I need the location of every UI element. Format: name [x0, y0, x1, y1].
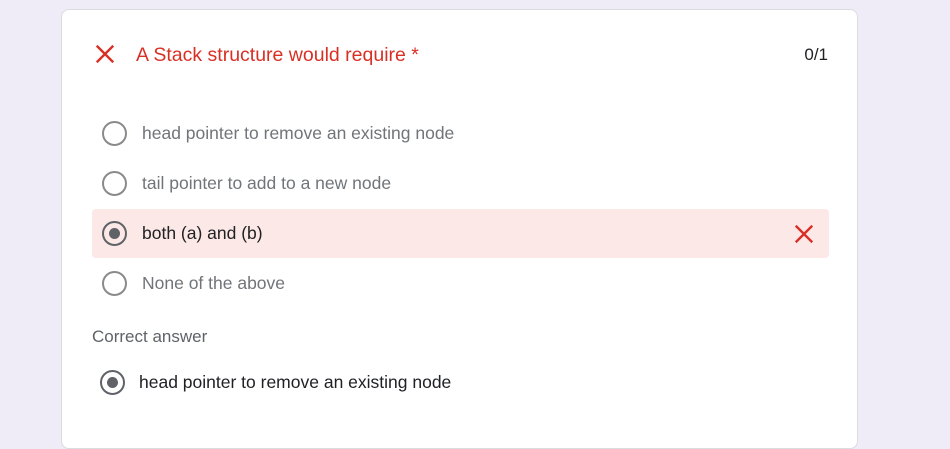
correct-answer-heading: Correct answer: [92, 327, 208, 346]
correct-answer-label: head pointer to remove an existing node: [139, 372, 452, 392]
radio-button[interactable]: [102, 171, 127, 196]
option-label: None of the above: [142, 273, 286, 293]
option-3-selected-wrong[interactable]: both (a) and (b): [92, 209, 829, 258]
close-icon: [95, 44, 115, 64]
correct-answer-option: head pointer to remove an existing node: [90, 369, 690, 399]
radio-button-checked: [100, 370, 125, 395]
question-score: 0/1: [804, 45, 828, 64]
radio-button[interactable]: [102, 271, 127, 296]
option-label: tail pointer to add to a new node: [142, 173, 392, 193]
option-label: head pointer to remove an existing node: [142, 123, 455, 143]
question-card: A Stack structure would require * 0/1 he…: [61, 9, 858, 449]
option-4[interactable]: None of the above: [92, 259, 829, 308]
radio-button-checked[interactable]: [102, 221, 127, 246]
question-title: A Stack structure would require *: [136, 44, 419, 66]
close-icon: [794, 224, 814, 244]
option-1[interactable]: head pointer to remove an existing node: [92, 109, 829, 158]
question-header: A Stack structure would require * 0/1: [62, 10, 859, 100]
option-label: both (a) and (b): [142, 223, 263, 243]
radio-button[interactable]: [102, 121, 127, 146]
option-2[interactable]: tail pointer to add to a new node: [92, 159, 829, 208]
